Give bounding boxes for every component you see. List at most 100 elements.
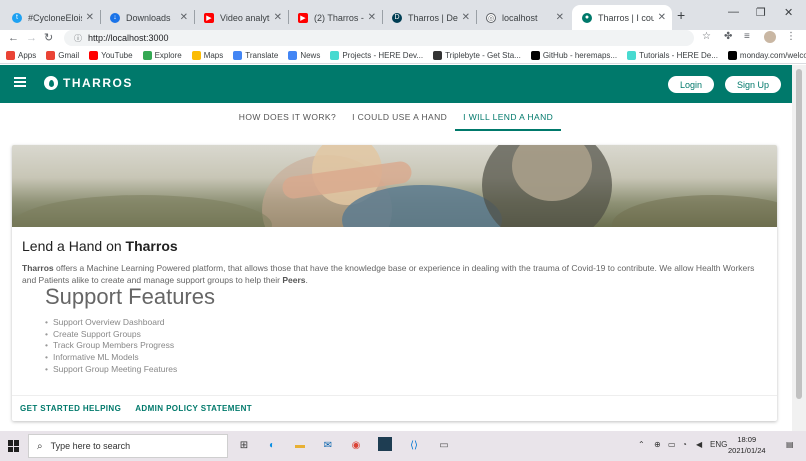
browser-tab[interactable]: t #CycloneEloise - T ✕: [2, 5, 100, 30]
tab-i-could-use-a-hand[interactable]: I COULD USE A HAND: [344, 103, 455, 131]
site-info-icon[interactable]: ⓘ: [74, 33, 82, 44]
bookmark-item[interactable]: GitHub - heremaps...: [530, 51, 617, 60]
address-bar[interactable]: ⓘ http://localhost:3000: [64, 30, 694, 46]
devpost-icon: D: [392, 12, 402, 23]
twitter-icon: t: [12, 12, 22, 23]
browser-tab[interactable]: D Tharros | Devpost ✕: [382, 5, 476, 30]
people-icon[interactable]: ⊕: [654, 440, 661, 449]
close-tab-icon[interactable]: ✕: [658, 12, 666, 23]
signup-button[interactable]: Sign Up: [725, 76, 782, 93]
download-icon: ↓: [110, 12, 120, 23]
tab-how-does-it-work[interactable]: HOW DOES IT WORK?: [231, 103, 344, 131]
taskbar-clock[interactable]: 18:09 2021/01/24: [728, 434, 766, 456]
bookmark-item[interactable]: Explore: [142, 51, 182, 60]
windows-start-icon[interactable]: [8, 440, 20, 452]
restore-icon[interactable]: ❐: [756, 6, 766, 19]
media-control-icon[interactable]: ≡: [744, 31, 750, 42]
bookmark-item[interactable]: Translate: [233, 51, 278, 60]
bookmarks-bar: Apps Gmail YouTube Explore Maps Translate News…: [0, 48, 806, 64]
browser-tab-active[interactable]: ● Tharros | I could u ✕: [572, 5, 672, 30]
card-title: Lend a Hand on Tharros: [22, 238, 178, 254]
close-window-icon[interactable]: ✕: [784, 6, 793, 19]
hero-image: [12, 145, 777, 227]
paint-icon[interactable]: ▭: [436, 437, 452, 453]
globe-icon: ◎: [486, 12, 496, 23]
browser-tab[interactable]: ↓ Downloads ✕: [100, 5, 194, 30]
wifi-icon[interactable]: ◔: [682, 440, 687, 449]
reload-icon[interactable]: ↻: [44, 30, 53, 46]
bookmark-item[interactable]: Maps: [191, 51, 223, 60]
extensions-icon[interactable]: ✤: [724, 31, 732, 42]
volume-icon[interactable]: ◀: [696, 440, 702, 449]
github-icon: [727, 51, 737, 60]
file-explorer-icon[interactable]: ▬: [292, 437, 308, 453]
bookmark-item[interactable]: Projects - HERE Dev...: [330, 51, 423, 60]
app-header: THARROS Login Sign Up: [0, 65, 792, 103]
hamburger-menu-icon[interactable]: [14, 77, 26, 87]
card-actions: GET STARTED HELPING ADMIN POLICY STATEME…: [12, 395, 777, 421]
minimize-icon[interactable]: —: [728, 6, 739, 18]
news-icon: [288, 51, 298, 60]
features-list: Support Overview Dashboard Create Suppor…: [45, 317, 177, 376]
close-tab-icon[interactable]: ✕: [368, 12, 376, 23]
close-tab-icon[interactable]: ✕: [86, 12, 94, 23]
triplebyte-icon: [433, 51, 443, 60]
menu-dots-icon[interactable]: ⋮: [786, 31, 796, 42]
bookmark-item[interactable]: Gmail: [46, 51, 79, 60]
terminal-icon[interactable]: [378, 437, 392, 451]
close-tab-icon[interactable]: ✕: [462, 12, 470, 23]
vscode-icon[interactable]: ⟨⟩: [406, 437, 422, 453]
bookmark-item[interactable]: YouTube: [89, 51, 133, 60]
bookmark-star-icon[interactable]: ☆: [702, 31, 711, 42]
github-icon: [530, 51, 540, 60]
gmail-icon: [46, 51, 56, 60]
task-view-icon[interactable]: ⊞: [236, 437, 252, 453]
bookmark-item[interactable]: Apps: [6, 51, 36, 60]
close-tab-icon[interactable]: ✕: [180, 12, 188, 23]
tab-i-will-lend-a-hand[interactable]: I WILL LEND A HAND: [455, 103, 562, 131]
bookmark-item[interactable]: monday.com/welco...: [727, 51, 806, 60]
close-tab-icon[interactable]: ✕: [274, 12, 282, 23]
browser-tab[interactable]: ▶ (2) Tharros - YaleC ✕: [288, 5, 382, 30]
scrollbar-thumb[interactable]: [796, 69, 802, 399]
browser-tab[interactable]: ▶ Video analytics - Y ✕: [194, 5, 288, 30]
drop-logo-icon: [44, 76, 58, 90]
taskbar-search-box[interactable]: ⌕ Type here to search: [28, 434, 228, 458]
bookmark-item[interactable]: News: [288, 51, 320, 60]
youtube-icon: ▶: [204, 12, 214, 23]
new-tab-button[interactable]: +: [677, 7, 685, 23]
login-button[interactable]: Login: [668, 76, 715, 93]
bookmark-item[interactable]: Triplebyte - Get Sta...: [433, 51, 521, 60]
tray-chevron-icon[interactable]: ⌃: [638, 440, 645, 449]
list-item: Informative ML Models: [45, 352, 177, 364]
edge-icon[interactable]: ◐: [264, 437, 280, 453]
brand-logo[interactable]: THARROS: [44, 76, 133, 90]
browser-toolbar: ← → ↻ ⓘ http://localhost:3000 ☆ ✤ ≡ ⋮: [0, 30, 806, 48]
card-description: Tharros offers a Machine Learning Powere…: [22, 263, 755, 285]
back-arrow-icon[interactable]: ←: [8, 30, 19, 46]
youtube-icon: ▶: [298, 12, 308, 23]
features-heading: Support Features: [45, 284, 215, 309]
list-item: Track Group Members Progress: [45, 340, 177, 352]
battery-icon[interactable]: ▭: [668, 440, 676, 449]
translate-icon: [233, 51, 243, 60]
admin-policy-statement-button[interactable]: ADMIN POLICY STATEMENT: [135, 404, 252, 413]
chrome-icon[interactable]: ◉: [348, 437, 364, 453]
get-started-helping-button[interactable]: GET STARTED HELPING: [20, 404, 121, 413]
page-scrollbar[interactable]: [792, 65, 806, 431]
notifications-icon[interactable]: ▤: [786, 440, 794, 449]
search-icon: ⌕: [37, 440, 43, 452]
profile-avatar[interactable]: [764, 31, 776, 43]
bookmark-item[interactable]: Tutorials - HERE De...: [627, 51, 718, 60]
browser-tab-strip: t #CycloneEloise - T ✕ ↓ Downloads ✕ ▶ V…: [0, 0, 806, 30]
here-icon: [627, 51, 637, 60]
mail-icon[interactable]: ✉: [320, 437, 336, 453]
lend-a-hand-card: Lend a Hand on Tharros Tharros offers a …: [12, 145, 777, 421]
forward-arrow-icon[interactable]: →: [26, 30, 37, 46]
close-tab-icon[interactable]: ✕: [556, 12, 564, 23]
browser-tab[interactable]: ◎ localhost ✕: [476, 5, 570, 30]
language-indicator[interactable]: ENG: [710, 440, 727, 449]
section-tabs: HOW DOES IT WORK? I COULD USE A HAND I W…: [0, 103, 792, 133]
explore-icon: [142, 51, 152, 60]
apps-grid-icon: [6, 51, 15, 60]
